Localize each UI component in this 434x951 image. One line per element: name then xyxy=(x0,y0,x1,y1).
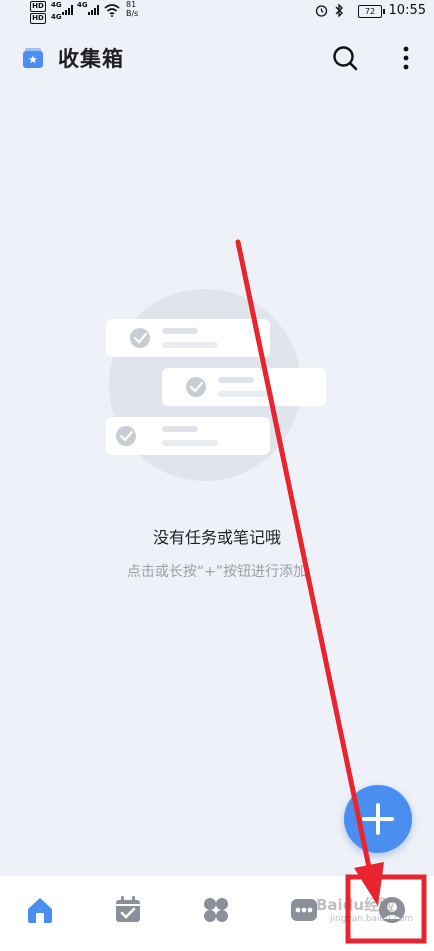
calendar-check-icon[interactable] xyxy=(112,894,144,926)
page-title: 收集箱 xyxy=(58,47,124,71)
plus-icon xyxy=(362,803,394,835)
signal-icon xyxy=(88,5,100,15)
home-icon[interactable] xyxy=(24,894,56,926)
network-type: 4G xyxy=(51,13,62,21)
wifi-icon xyxy=(104,4,120,17)
alarm-icon xyxy=(315,5,328,17)
battery-indicator: 72 xyxy=(358,5,385,18)
signal-icon xyxy=(62,5,74,15)
status-time: 10:55 xyxy=(388,3,426,18)
net-speed: 81 B/s xyxy=(126,0,138,18)
search-icon[interactable] xyxy=(331,44,359,72)
bluetooth-icon xyxy=(335,3,343,18)
grid-icon[interactable] xyxy=(200,894,232,926)
more-vertical-icon[interactable] xyxy=(394,44,418,72)
add-button[interactable] xyxy=(344,785,412,853)
watermark-brand: Baidu经验 xyxy=(316,896,395,914)
hd-badge: HD xyxy=(30,1,46,12)
status-bar: HD HD 4G 4G 4G 81 B/s 72 10:55 xyxy=(0,0,434,24)
empty-illustration xyxy=(106,289,326,481)
net-speed-value: 81 xyxy=(126,0,137,9)
app-header: 收集箱 xyxy=(0,30,434,86)
inbox-star-icon xyxy=(23,48,43,68)
network-type: 4G xyxy=(77,1,88,9)
empty-state-hint: 点击或长按“+”按钮进行添加 xyxy=(126,564,308,580)
empty-state-title: 没有任务或笔记哦 xyxy=(152,528,281,547)
watermark-url: jingyan.baidu.com xyxy=(330,914,414,924)
hd-badge: HD xyxy=(30,13,46,24)
network-type: 4G xyxy=(51,1,62,9)
status-right: 72 10:55 xyxy=(296,0,426,24)
net-speed-unit: B/s xyxy=(126,9,139,18)
